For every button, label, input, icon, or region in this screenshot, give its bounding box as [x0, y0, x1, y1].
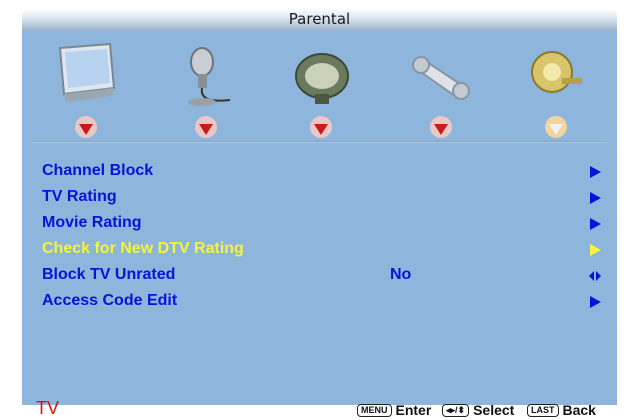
last-key: LAST [527, 404, 559, 417]
menu-item-access-code-edit[interactable]: Access Code Edit [42, 288, 602, 314]
right-arrow-icon [590, 296, 601, 308]
left-right-arrow-icon [589, 271, 601, 281]
tab-indicator-setup-icon [427, 113, 455, 141]
menu-item-label: Check for New DTV Rating [42, 240, 244, 257]
divider [32, 141, 607, 143]
back-hint-label: Back [562, 402, 596, 418]
select-key: ◂▸/⬍ [442, 404, 470, 417]
tab-indicator-picture-icon [72, 113, 100, 141]
audio-icon[interactable] [172, 40, 242, 115]
menu-item-movie-rating[interactable]: Movie Rating [42, 210, 602, 236]
menu-item-value: No [390, 266, 412, 283]
enter-hint: MENU Enter [357, 401, 431, 419]
menu-item-label: Channel Block [42, 162, 154, 179]
right-arrow-icon [590, 166, 601, 178]
select-hint: ◂▸/⬍ Select [442, 401, 514, 419]
status-bar: TV MENU Enter ◂▸/⬍ Select LAST Back [22, 398, 617, 420]
category-icon-row [22, 40, 617, 120]
menu-item-label: Block TV Unrated [42, 266, 176, 283]
right-arrow-icon [590, 192, 601, 204]
right-arrow-icon [590, 244, 601, 256]
back-hint: LAST Back [527, 401, 596, 419]
tab-indicator-audio-icon [192, 113, 220, 141]
menu-item-label: TV Rating [42, 188, 117, 205]
menu-title: Parental [22, 8, 617, 30]
osd-panel: Channel Block TV Rating Movie Rating Che… [22, 30, 617, 405]
menu-item-label: Movie Rating [42, 214, 142, 231]
tab-indicator-tv-icon [307, 113, 335, 141]
menu-key: MENU [357, 404, 392, 417]
menu-item-label: Access Code Edit [42, 292, 178, 309]
setup-tools-icon[interactable] [407, 40, 477, 115]
enter-hint-label: Enter [395, 402, 432, 418]
menu-item-channel-block[interactable]: Channel Block [42, 158, 602, 184]
parental-lock-icon[interactable] [522, 40, 592, 115]
input-source: TV [36, 398, 60, 418]
menu-item-tv-rating[interactable]: TV Rating [42, 184, 602, 210]
tv-osd-frame: Parental Channel Block TV Rating Movie R… [0, 0, 635, 420]
right-arrow-icon [590, 218, 601, 230]
tab-indicator-parental-active-icon [542, 113, 570, 141]
menu-item-block-tv-unrated[interactable]: Block TV Unrated No [42, 262, 602, 288]
select-hint-label: Select [473, 402, 515, 418]
menu-item-check-new-dtv-rating[interactable]: Check for New DTV Rating [42, 236, 602, 262]
tv-setup-icon[interactable] [287, 40, 357, 115]
picture-icon[interactable] [52, 40, 122, 115]
